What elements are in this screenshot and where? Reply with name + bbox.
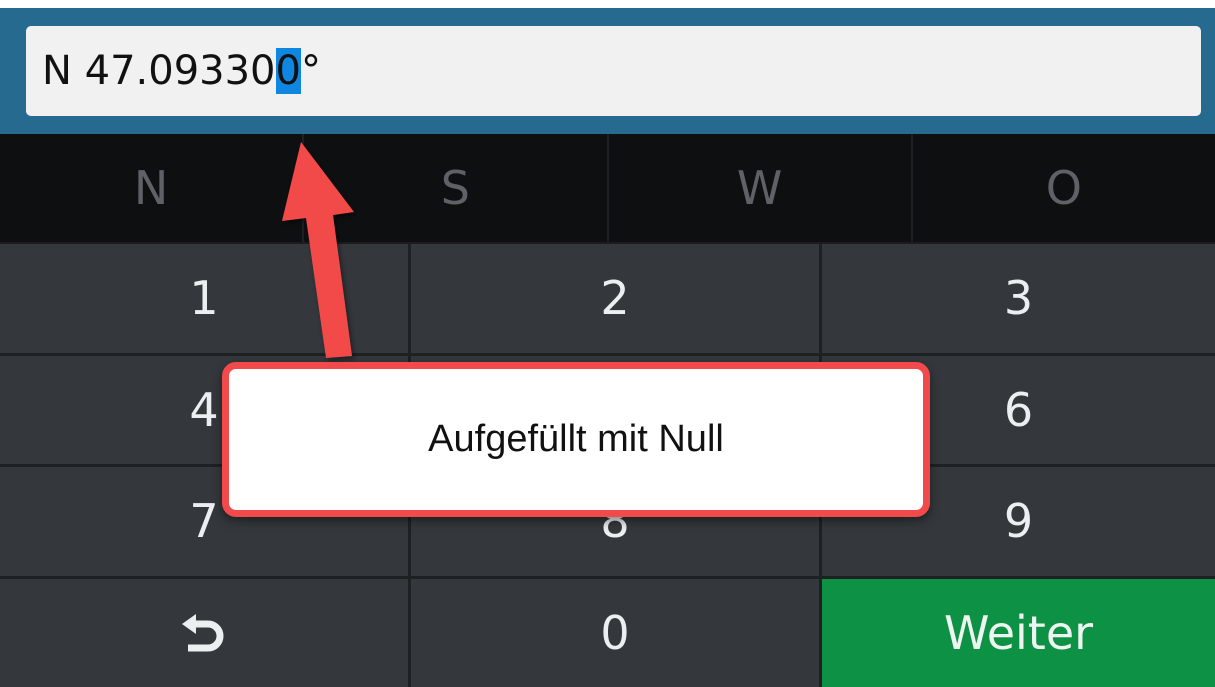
back-button[interactable] (0, 578, 408, 687)
key-1[interactable]: 1 (0, 244, 408, 353)
key-3[interactable]: 3 (822, 244, 1215, 353)
annotation-text: Aufgefüllt mit Null (428, 418, 724, 460)
key-0[interactable]: 0 (411, 578, 819, 687)
coordinate-text: N 47.09330 (42, 48, 276, 94)
coordinate-input[interactable]: N 47.09330 0 ° (26, 26, 1201, 116)
key-2[interactable]: 2 (411, 244, 819, 353)
key-east[interactable]: O (913, 134, 1215, 242)
key-west[interactable]: W (609, 134, 913, 242)
degree-symbol: ° (300, 48, 321, 94)
direction-key-row: N S W O (0, 134, 1215, 242)
key-north[interactable]: N (0, 134, 305, 242)
cursor-highlight: 0 (275, 48, 301, 94)
next-button[interactable]: Weiter (822, 578, 1215, 687)
key-south[interactable]: S (304, 134, 609, 242)
back-arrow-icon (182, 613, 224, 652)
annotation-callout: Aufgefüllt mit Null (222, 362, 930, 517)
input-bar: N 47.09330 0 ° (0, 0, 1215, 134)
